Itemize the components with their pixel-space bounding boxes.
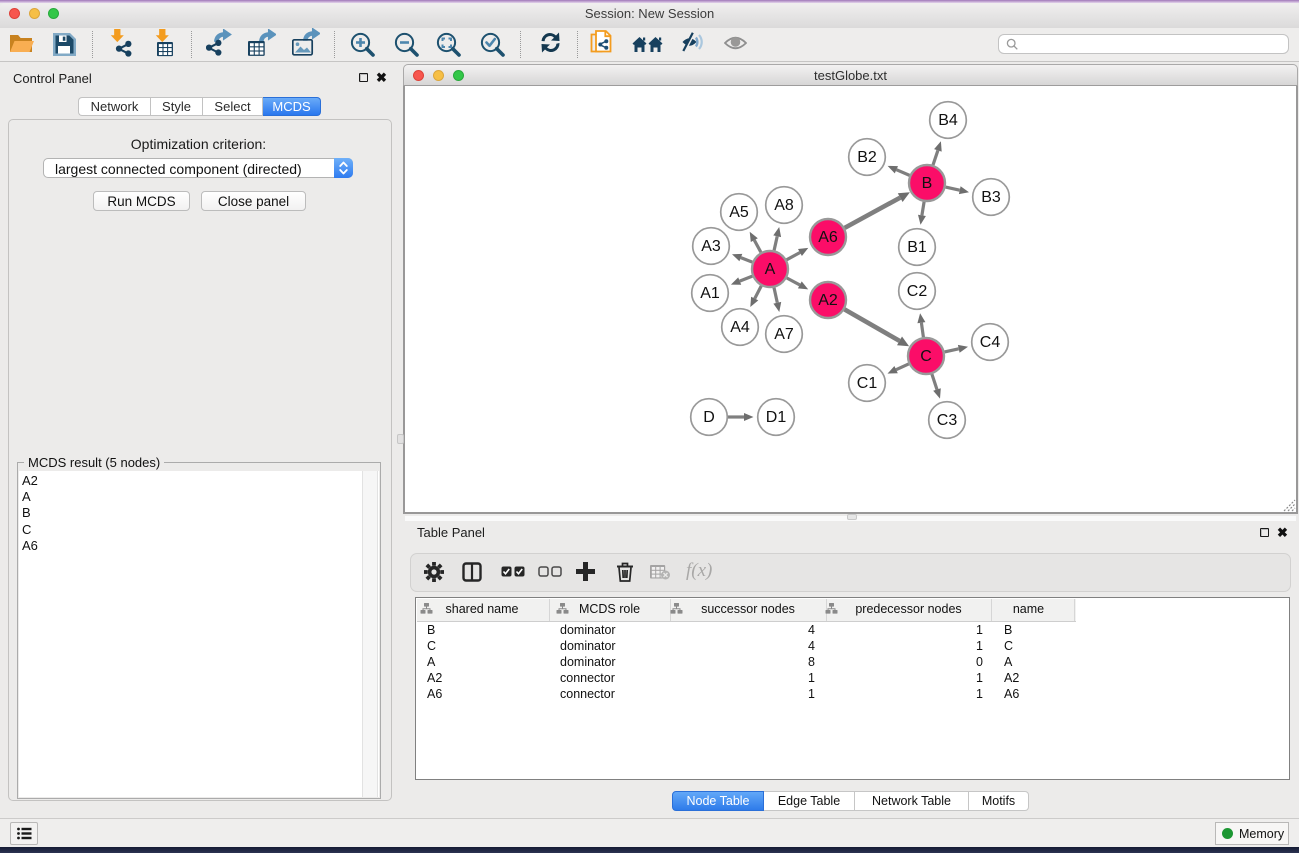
svg-text:B3: B3 [981, 189, 1001, 206]
svg-text:A2: A2 [818, 292, 838, 309]
svg-text:A8: A8 [774, 197, 794, 214]
svg-text:D: D [703, 409, 715, 426]
svg-text:A7: A7 [774, 326, 794, 343]
svg-text:D1: D1 [766, 409, 787, 426]
svg-text:A4: A4 [730, 319, 750, 336]
svg-text:A5: A5 [729, 204, 749, 221]
svg-text:C1: C1 [857, 375, 878, 392]
svg-text:A3: A3 [701, 238, 721, 255]
svg-text:B1: B1 [907, 239, 927, 256]
svg-text:B4: B4 [938, 112, 958, 129]
svg-text:C4: C4 [980, 334, 1001, 351]
svg-text:A: A [765, 261, 776, 278]
svg-text:C: C [920, 348, 932, 365]
svg-text:A6: A6 [818, 229, 838, 246]
svg-text:A1: A1 [700, 285, 720, 302]
svg-text:B2: B2 [857, 149, 877, 166]
svg-text:C2: C2 [907, 283, 928, 300]
svg-text:B: B [922, 175, 933, 192]
svg-text:C3: C3 [937, 412, 958, 429]
